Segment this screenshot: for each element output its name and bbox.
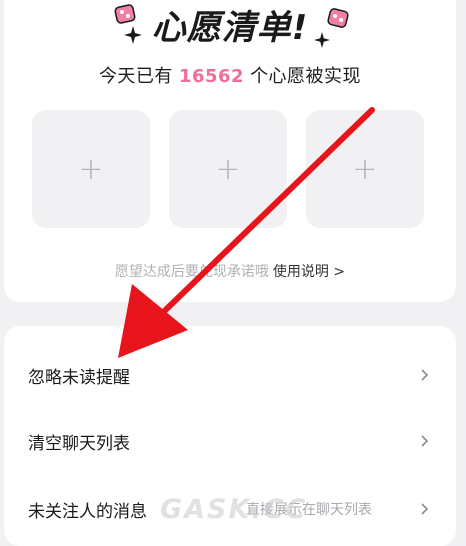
wish-count-line: 今天已有 16562 个心愿被实现 bbox=[4, 62, 456, 88]
wish-list-header: 心愿清单! bbox=[4, 2, 456, 54]
menu-item-label: 清空聊天列表 bbox=[28, 433, 130, 454]
wish-list-card: 心愿清单! 今天已有 16562 个心愿被实现 + + + 愿望达成后要兑现承诺哦使… bbox=[4, 0, 456, 302]
plus-icon: + bbox=[215, 151, 241, 187]
add-wish-slot-1[interactable]: + bbox=[32, 110, 150, 228]
plus-icon: + bbox=[352, 151, 378, 187]
add-wish-slot-2[interactable]: + bbox=[169, 110, 287, 228]
pink-dice-icon bbox=[114, 4, 136, 24]
wish-list-title: 心愿清单! bbox=[151, 8, 309, 48]
menu-item-clear-chat-list[interactable]: 清空聊天列表 bbox=[4, 408, 456, 474]
subtitle-suffix: 个心愿被实现 bbox=[250, 66, 362, 87]
chevron-right-icon bbox=[421, 503, 429, 515]
usage-guide-link[interactable]: 使用说明 > bbox=[273, 264, 345, 280]
chevron-right-icon bbox=[421, 369, 429, 381]
wish-count: 16562 bbox=[178, 66, 245, 87]
sparkle-icon-right bbox=[314, 32, 330, 48]
hint-text: 愿望达成后要兑现承诺哦 bbox=[114, 264, 269, 280]
site-watermark: GASK.CC bbox=[160, 494, 308, 525]
menu-item-ignore-unread[interactable]: 忽略未读提醒 bbox=[4, 342, 456, 408]
sparkle-icon bbox=[124, 26, 142, 44]
menu-item-label: 忽略未读提醒 bbox=[28, 367, 130, 388]
wish-hint: 愿望达成后要兑现承诺哦 使用说明 > bbox=[4, 261, 456, 281]
menu-item-label: 未关注人的消息 bbox=[28, 501, 147, 522]
plus-icon: + bbox=[78, 151, 104, 187]
subtitle-prefix: 今天已有 bbox=[98, 66, 173, 87]
pink-dice-icon-right bbox=[327, 8, 349, 28]
add-wish-slot-3[interactable]: + bbox=[306, 110, 424, 228]
chevron-right-icon bbox=[421, 435, 429, 447]
